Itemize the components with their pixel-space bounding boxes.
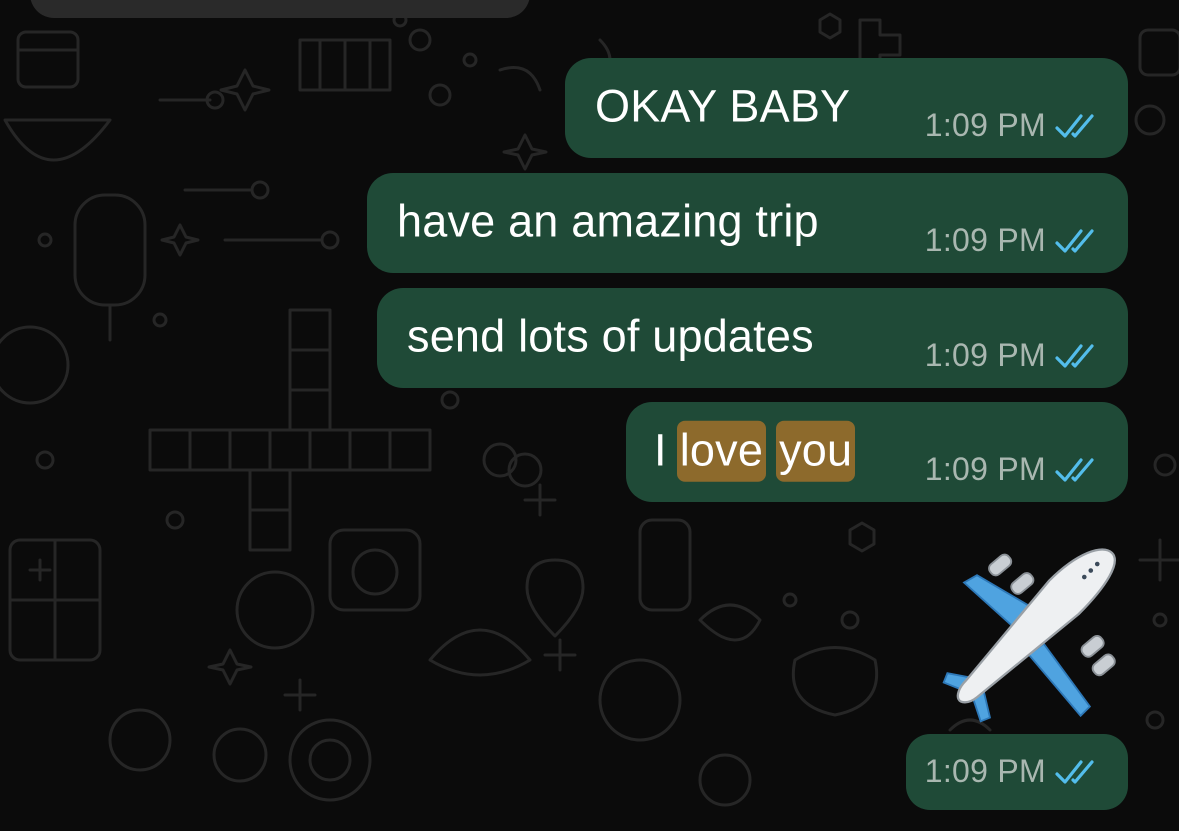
sticker-timestamp: 1:09 PM	[906, 734, 1128, 810]
message-meta: 1:09 PM	[925, 337, 1100, 374]
message-text: OKAY BABY	[595, 80, 851, 132]
search-highlight: love	[676, 420, 767, 482]
outgoing-message[interactable]: OKAY BABY 1:09 PM	[565, 58, 1128, 158]
message-word: I	[654, 424, 667, 476]
message-time: 1:09 PM	[924, 107, 1046, 143]
message-meta: 1:09 PM	[925, 451, 1100, 488]
outgoing-message[interactable]: have an amazing trip 1:09 PM	[367, 173, 1128, 273]
message-text: have an amazing trip	[397, 195, 819, 247]
message-meta: 1:09 PM	[925, 753, 1100, 790]
message-text: Ilove you	[654, 420, 856, 482]
double-check-icon	[1055, 343, 1094, 368]
message-meta: 1:09 PM	[925, 222, 1100, 259]
date-pill	[30, 0, 530, 18]
message-time: 1:09 PM	[924, 753, 1046, 789]
message-time: 1:09 PM	[924, 451, 1046, 487]
chat-view[interactable]: OKAY BABY 1:09 PM have an amazing trip 1…	[0, 0, 1179, 831]
double-check-icon	[1055, 759, 1094, 784]
double-check-icon	[1055, 228, 1094, 253]
outgoing-message[interactable]: send lots of updates 1:09 PM	[377, 288, 1128, 388]
double-check-icon	[1055, 457, 1094, 482]
message-text: send lots of updates	[407, 310, 814, 362]
double-check-icon	[1055, 113, 1094, 138]
search-highlight: you	[776, 420, 856, 482]
airplane-icon[interactable]	[940, 540, 1125, 725]
message-time: 1:09 PM	[924, 222, 1046, 258]
outgoing-message[interactable]: Ilove you 1:09 PM	[626, 402, 1128, 502]
message-time: 1:09 PM	[924, 337, 1046, 373]
message-meta: 1:09 PM	[925, 107, 1100, 144]
